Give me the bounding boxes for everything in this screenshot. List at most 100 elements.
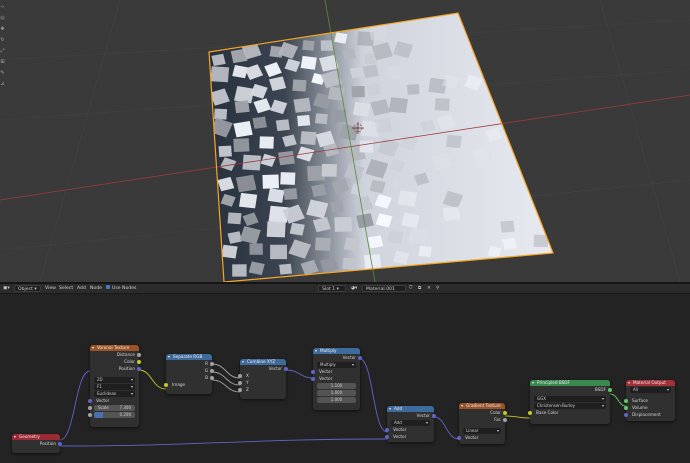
material-output-node[interactable]: Material Output All Surface Volume Displ… <box>624 380 675 421</box>
distance-output-label: Distance <box>116 352 135 357</box>
position-output-socket[interactable] <box>58 441 62 446</box>
y-input-label: Y <box>246 380 249 385</box>
voronoi-vector-socket[interactable] <box>88 398 92 403</box>
multiply-z-row: 1.000 <box>313 396 360 403</box>
scale-tool-icon[interactable]: ⤢ <box>0 48 5 54</box>
voronoi-tile <box>339 124 359 141</box>
scale-field[interactable]: Scale 7.300 <box>94 404 135 411</box>
object-mode-dropdown[interactable]: Object ▾ <box>14 285 41 292</box>
3d-viewport[interactable]: ⊹ ◎ ✥ ↻ ⤢ ⊞ ✎ ⊿ <box>0 0 690 282</box>
move-tool-icon[interactable]: ✥ <box>0 26 5 32</box>
voronoi-tile <box>266 221 286 238</box>
gradient-type-row: Linear <box>459 427 505 434</box>
distribution-dropdown[interactable]: GGX <box>534 395 606 402</box>
voronoi-position-socket[interactable] <box>137 366 141 371</box>
multiply-x-field[interactable]: 1.100 <box>317 382 356 389</box>
add-input-1-label: Vector <box>393 427 407 432</box>
target-dropdown[interactable]: All <box>630 386 671 393</box>
use-nodes-checkbox[interactable]: Use Nodes <box>106 285 136 292</box>
randomness-field[interactable]: 0.206 <box>94 411 135 418</box>
dimensions-dropdown[interactable]: 2D <box>94 376 135 383</box>
gradient-vector-socket[interactable] <box>457 435 461 440</box>
r-output-socket[interactable] <box>210 361 214 366</box>
select-tool-icon[interactable]: ⊹ <box>0 4 5 10</box>
vector-input-label: Vector <box>96 398 110 403</box>
add-operation-dropdown[interactable]: Add <box>391 419 430 426</box>
node-editor-header: ▣▾ Object ▾ View Select Add Node Use Nod… <box>0 284 690 294</box>
b-output-socket[interactable] <box>210 375 214 380</box>
unlink-material-icon[interactable]: ✕ <box>427 285 431 292</box>
duplicate-material-icon[interactable]: ⧉ <box>418 285 421 292</box>
rotate-tool-icon[interactable]: ↻ <box>0 37 5 43</box>
node-editor-canvas[interactable]: Geometry Position Voronoi Texture Distan… <box>0 294 690 463</box>
gradient-color-socket[interactable] <box>503 410 507 415</box>
geometry-node[interactable]: Geometry Position <box>12 434 62 453</box>
subsurface-method-dropdown[interactable]: Christensen-Burley <box>534 402 606 409</box>
combine-xyz-node[interactable]: Combine XYZ Vector X Y Z <box>238 359 288 399</box>
voronoi-tile <box>267 188 285 203</box>
multiply-y-field[interactable]: 1.000 <box>317 389 356 396</box>
feature-row: F1 <box>90 383 139 390</box>
position-output: Position <box>12 440 62 447</box>
gradient-type-dropdown[interactable]: Linear <box>463 427 501 434</box>
voronoi-tile <box>280 172 296 185</box>
viewport-canvas[interactable] <box>0 0 690 282</box>
slot-dropdown[interactable]: Slot 1 ▾ <box>318 285 346 292</box>
multiply-input-1-socket[interactable] <box>311 369 315 374</box>
voronoi-tile <box>428 77 447 94</box>
multiply-input-1-label: Vector <box>319 369 333 374</box>
combine-vector-socket[interactable] <box>284 366 288 371</box>
principled-bsdf-node[interactable]: Principled BSDF BSDF GGX Christensen-Bur… <box>528 380 612 424</box>
voronoi-tile <box>249 243 263 255</box>
z-input-socket[interactable] <box>238 387 242 392</box>
add-input-1-socket[interactable] <box>385 427 389 432</box>
feature-dropdown[interactable]: F1 <box>94 383 135 390</box>
gradient-texture-node[interactable]: Gradient Texture Color Fac Linear Vector <box>457 403 507 444</box>
add-output-socket[interactable] <box>432 413 436 418</box>
voronoi-tile <box>292 79 307 92</box>
material-name-field[interactable]: Material.001 <box>362 285 406 292</box>
color-output-socket[interactable] <box>137 359 141 364</box>
y-input-socket[interactable] <box>238 380 242 385</box>
voronoi-position-label: Position <box>118 366 135 371</box>
g-output-socket[interactable] <box>210 368 214 373</box>
menu-select[interactable]: Select <box>59 285 73 292</box>
editor-type-icon[interactable]: ▣▾ <box>3 285 10 292</box>
pin-icon[interactable]: ⚲ <box>436 285 439 292</box>
scale-value: 7.300 <box>119 404 131 410</box>
link-combine-to-multiply <box>285 369 314 379</box>
volume-socket[interactable] <box>624 405 628 410</box>
transform-tool-icon[interactable]: ⊞ <box>0 59 5 65</box>
menu-node[interactable]: Node <box>90 285 102 292</box>
measure-tool-icon[interactable]: ⊿ <box>0 81 5 87</box>
multiply-output-socket[interactable] <box>358 355 362 360</box>
base-color-socket[interactable] <box>528 410 532 415</box>
material-sphere-icon[interactable]: ◕▾ <box>351 285 357 292</box>
surface-socket[interactable] <box>624 398 628 403</box>
voronoi-tile <box>297 115 311 127</box>
randomness-socket[interactable] <box>88 412 92 417</box>
voronoi-texture-node[interactable]: Voronoi Texture Distance Color Position … <box>88 345 141 427</box>
vector-add-node[interactable]: Add Vector Add Vector Vector <box>385 406 436 442</box>
scale-socket[interactable] <box>88 405 92 410</box>
menu-view[interactable]: View <box>45 285 56 292</box>
vector-multiply-node[interactable]: Multiply Vector Multiply Vector Vector 1… <box>311 348 362 410</box>
distance-output-socket[interactable] <box>137 352 141 357</box>
multiply-operation-dropdown[interactable]: Multiply <box>317 361 356 368</box>
menu-add[interactable]: Add <box>77 285 86 292</box>
separate-rgb-node[interactable]: Separate RGB R G B Image <box>164 354 214 394</box>
fake-user-icon[interactable]: ⛉ <box>409 285 412 292</box>
multiply-z-field[interactable]: 1.000 <box>317 396 356 403</box>
x-input-socket[interactable] <box>238 373 242 378</box>
gradient-fac-socket[interactable] <box>503 417 507 422</box>
voronoi-tile <box>232 264 247 277</box>
randomness-value: 0.206 <box>119 411 131 417</box>
add-input-2-socket[interactable] <box>385 434 389 439</box>
displacement-socket[interactable] <box>624 412 628 417</box>
bsdf-output-socket[interactable] <box>608 387 612 392</box>
cursor-tool-icon[interactable]: ◎ <box>0 15 5 21</box>
image-input-socket[interactable] <box>164 382 168 387</box>
multiply-input-2-socket[interactable] <box>311 376 315 381</box>
annotate-tool-icon[interactable]: ✎ <box>0 70 5 76</box>
distance-metric-dropdown[interactable]: Euclidean <box>94 390 135 397</box>
